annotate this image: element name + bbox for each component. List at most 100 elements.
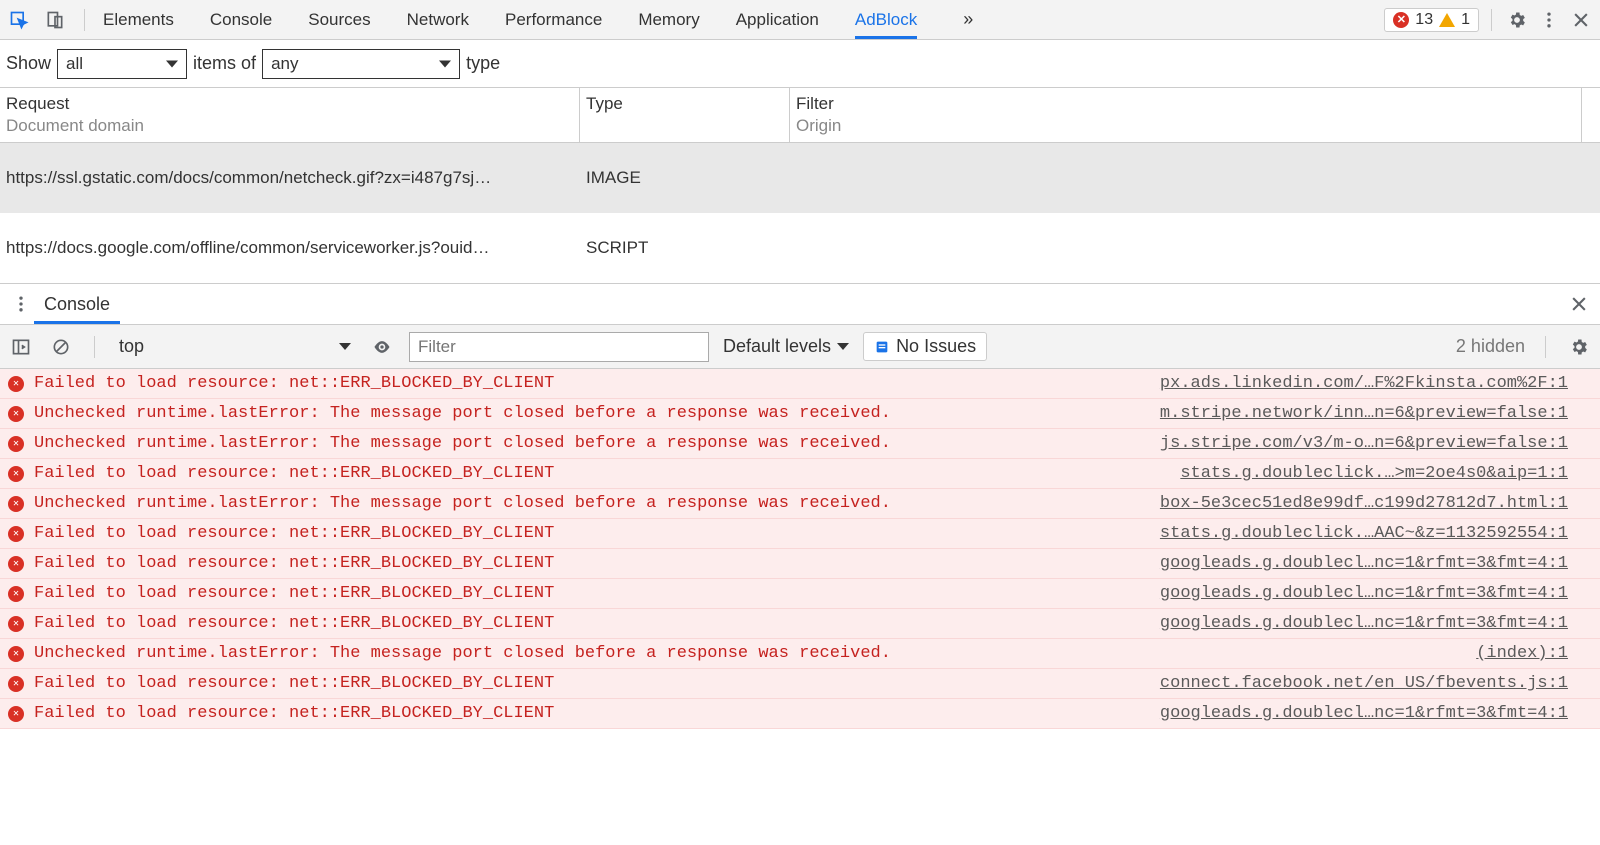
- more-tabs-icon[interactable]: »: [953, 9, 983, 30]
- log-message: Failed to load resource: net::ERR_BLOCKE…: [34, 614, 1150, 633]
- log-message: Failed to load resource: net::ERR_BLOCKE…: [34, 464, 1170, 483]
- tab-application[interactable]: Application: [736, 1, 819, 39]
- log-source-link[interactable]: m.stripe.network/inn…n=6&preview=false:1: [1160, 404, 1568, 423]
- log-message: Failed to load resource: net::ERR_BLOCKE…: [34, 524, 1150, 543]
- error-icon: ✕: [8, 676, 24, 692]
- divider: [1545, 336, 1546, 358]
- log-message: Unchecked runtime.lastError: The message…: [34, 404, 1150, 423]
- live-expression-icon[interactable]: [369, 334, 395, 360]
- issues-button[interactable]: No Issues: [863, 332, 987, 361]
- top-bar-left: [6, 7, 91, 33]
- context-select[interactable]: top: [115, 334, 355, 359]
- chevron-down-icon: [837, 343, 849, 350]
- log-row[interactable]: ✕ Unchecked runtime.lastError: The messag…: [0, 399, 1600, 429]
- kebab-menu-icon[interactable]: [1536, 7, 1562, 33]
- log-source-link[interactable]: stats.g.doubleclick.…AAC~&z=1132592554:1: [1160, 524, 1568, 543]
- log-source-link[interactable]: px.ads.linkedin.com/…F%2Fkinsta.com%2F:1: [1160, 374, 1568, 393]
- divider: [94, 336, 95, 358]
- drawer-tab-console[interactable]: Console: [34, 285, 120, 324]
- error-icon: ✕: [8, 616, 24, 632]
- log-row[interactable]: ✕ Failed to load resource: net::ERR_BLOCK…: [0, 519, 1600, 549]
- error-icon: ✕: [8, 466, 24, 482]
- table-row[interactable]: https://docs.google.com/offline/common/s…: [0, 213, 1600, 283]
- console-toolbar: top Default levels No Issues 2 hidden: [0, 325, 1600, 369]
- warning-count: 1: [1461, 11, 1470, 29]
- console-filter-input[interactable]: [409, 332, 709, 362]
- show-select[interactable]: all: [57, 49, 187, 79]
- tab-console[interactable]: Console: [210, 1, 272, 39]
- tab-memory[interactable]: Memory: [638, 1, 699, 39]
- log-row[interactable]: ✕ Failed to load resource: net::ERR_BLOCK…: [0, 609, 1600, 639]
- log-source-link[interactable]: js.stripe.com/v3/m-o…n=6&preview=false:1: [1160, 434, 1568, 453]
- console-settings-icon[interactable]: [1566, 334, 1592, 360]
- log-message: Failed to load resource: net::ERR_BLOCKE…: [34, 554, 1150, 573]
- tab-performance[interactable]: Performance: [505, 1, 602, 39]
- log-row[interactable]: ✕ Failed to load resource: net::ERR_BLOCK…: [0, 369, 1600, 399]
- tab-elements[interactable]: Elements: [103, 1, 174, 39]
- col-type[interactable]: Type: [580, 88, 790, 142]
- log-message: Unchecked runtime.lastError: The message…: [34, 434, 1150, 453]
- log-message: Failed to load resource: net::ERR_BLOCKE…: [34, 674, 1150, 693]
- error-count: 13: [1415, 11, 1433, 29]
- error-icon: ✕: [8, 706, 24, 722]
- clear-console-icon[interactable]: [48, 334, 74, 360]
- log-row[interactable]: ✕ Failed to load resource: net::ERR_BLOCK…: [0, 669, 1600, 699]
- devtools-top-bar: Elements Console Sources Network Perform…: [0, 0, 1600, 40]
- device-toolbar-icon[interactable]: [42, 7, 68, 33]
- log-source-link[interactable]: connect.facebook.net/en_US/fbevents.js:1: [1160, 674, 1568, 693]
- close-drawer-icon[interactable]: [1566, 291, 1592, 317]
- log-row[interactable]: ✕ Unchecked runtime.lastError: The messag…: [0, 639, 1600, 669]
- tab-sources[interactable]: Sources: [308, 1, 370, 39]
- drawer-menu-icon[interactable]: [8, 291, 34, 317]
- error-icon: ✕: [8, 496, 24, 512]
- error-warning-badge[interactable]: ✕ 13 1: [1384, 8, 1479, 32]
- error-icon: ✕: [8, 526, 24, 542]
- chevron-down-icon: [339, 343, 351, 350]
- main-tabs: Elements Console Sources Network Perform…: [103, 1, 1384, 39]
- log-levels-select[interactable]: Default levels: [723, 336, 849, 357]
- scroll-gutter: [1582, 88, 1600, 142]
- log-source-link[interactable]: googleads.g.doublecl…nc=1&rfmt=3&fmt=4:1: [1160, 704, 1568, 723]
- log-message: Unchecked runtime.lastError: The message…: [34, 644, 1466, 663]
- top-bar-right: ✕ 13 1: [1384, 7, 1594, 33]
- log-source-link[interactable]: googleads.g.doublecl…nc=1&rfmt=3&fmt=4:1: [1160, 584, 1568, 603]
- error-icon: ✕: [8, 646, 24, 662]
- log-row[interactable]: ✕Unchecked runtime.lastError: The messag…: [0, 489, 1600, 519]
- cell-type: SCRIPT: [580, 238, 790, 258]
- table-row[interactable]: https://ssl.gstatic.com/docs/common/netc…: [0, 143, 1600, 213]
- console-sidebar-toggle-icon[interactable]: [8, 334, 34, 360]
- error-icon: ✕: [8, 586, 24, 602]
- tab-network[interactable]: Network: [407, 1, 469, 39]
- hidden-count[interactable]: 2 hidden: [1456, 336, 1525, 357]
- log-message: Failed to load resource: net::ERR_BLOCKE…: [34, 584, 1150, 603]
- log-source-link[interactable]: googleads.g.doublecl…nc=1&rfmt=3&fmt=4:1: [1160, 614, 1568, 633]
- divider: [84, 9, 85, 31]
- log-source-link[interactable]: stats.g.doubleclick.…>m=2oe4s0&aip=1:1: [1180, 464, 1568, 483]
- log-row[interactable]: ✕Unchecked runtime.lastError: The messag…: [0, 429, 1600, 459]
- requests-table-body[interactable]: https://ssl.gstatic.com/docs/common/netc…: [0, 143, 1600, 283]
- tab-adblock[interactable]: AdBlock: [855, 1, 917, 39]
- log-source-link[interactable]: (index):1: [1476, 644, 1568, 663]
- error-icon: ✕: [8, 376, 24, 392]
- log-message: Failed to load resource: net::ERR_BLOCKE…: [34, 374, 1150, 393]
- close-devtools-icon[interactable]: [1568, 7, 1594, 33]
- log-source-link[interactable]: googleads.g.doublecl…nc=1&rfmt=3&fmt=4:1: [1160, 554, 1568, 573]
- col-request[interactable]: Request Document domain: [0, 88, 580, 142]
- settings-icon[interactable]: [1504, 7, 1530, 33]
- adblock-filter-bar: Show all items of any type: [0, 40, 1600, 88]
- type-select[interactable]: any: [262, 49, 460, 79]
- log-row[interactable]: ✕ Failed to load resource: net::ERR_BLOCK…: [0, 579, 1600, 609]
- error-icon: ✕: [1393, 12, 1409, 28]
- cell-request: https://ssl.gstatic.com/docs/common/netc…: [0, 168, 580, 188]
- log-row[interactable]: ✕Failed to load resource: net::ERR_BLOCK…: [0, 699, 1600, 729]
- log-row[interactable]: ✕ Failed to load resource: net::ERR_BLOCK…: [0, 459, 1600, 489]
- error-icon: ✕: [8, 406, 24, 422]
- warning-icon: [1439, 13, 1455, 27]
- log-row[interactable]: ✕Failed to load resource: net::ERR_BLOCK…: [0, 549, 1600, 579]
- col-filter[interactable]: Filter Origin: [790, 88, 1582, 142]
- log-source-link[interactable]: box-5e3cec51ed8e99df…c199d27812d7.html:1: [1160, 494, 1568, 513]
- console-log-area[interactable]: ✕Failed to load resource: net::ERR_BLOCK…: [0, 369, 1600, 845]
- inspect-element-icon[interactable]: [6, 7, 32, 33]
- type-label: type: [466, 53, 500, 74]
- cell-request: https://docs.google.com/offline/common/s…: [0, 238, 580, 258]
